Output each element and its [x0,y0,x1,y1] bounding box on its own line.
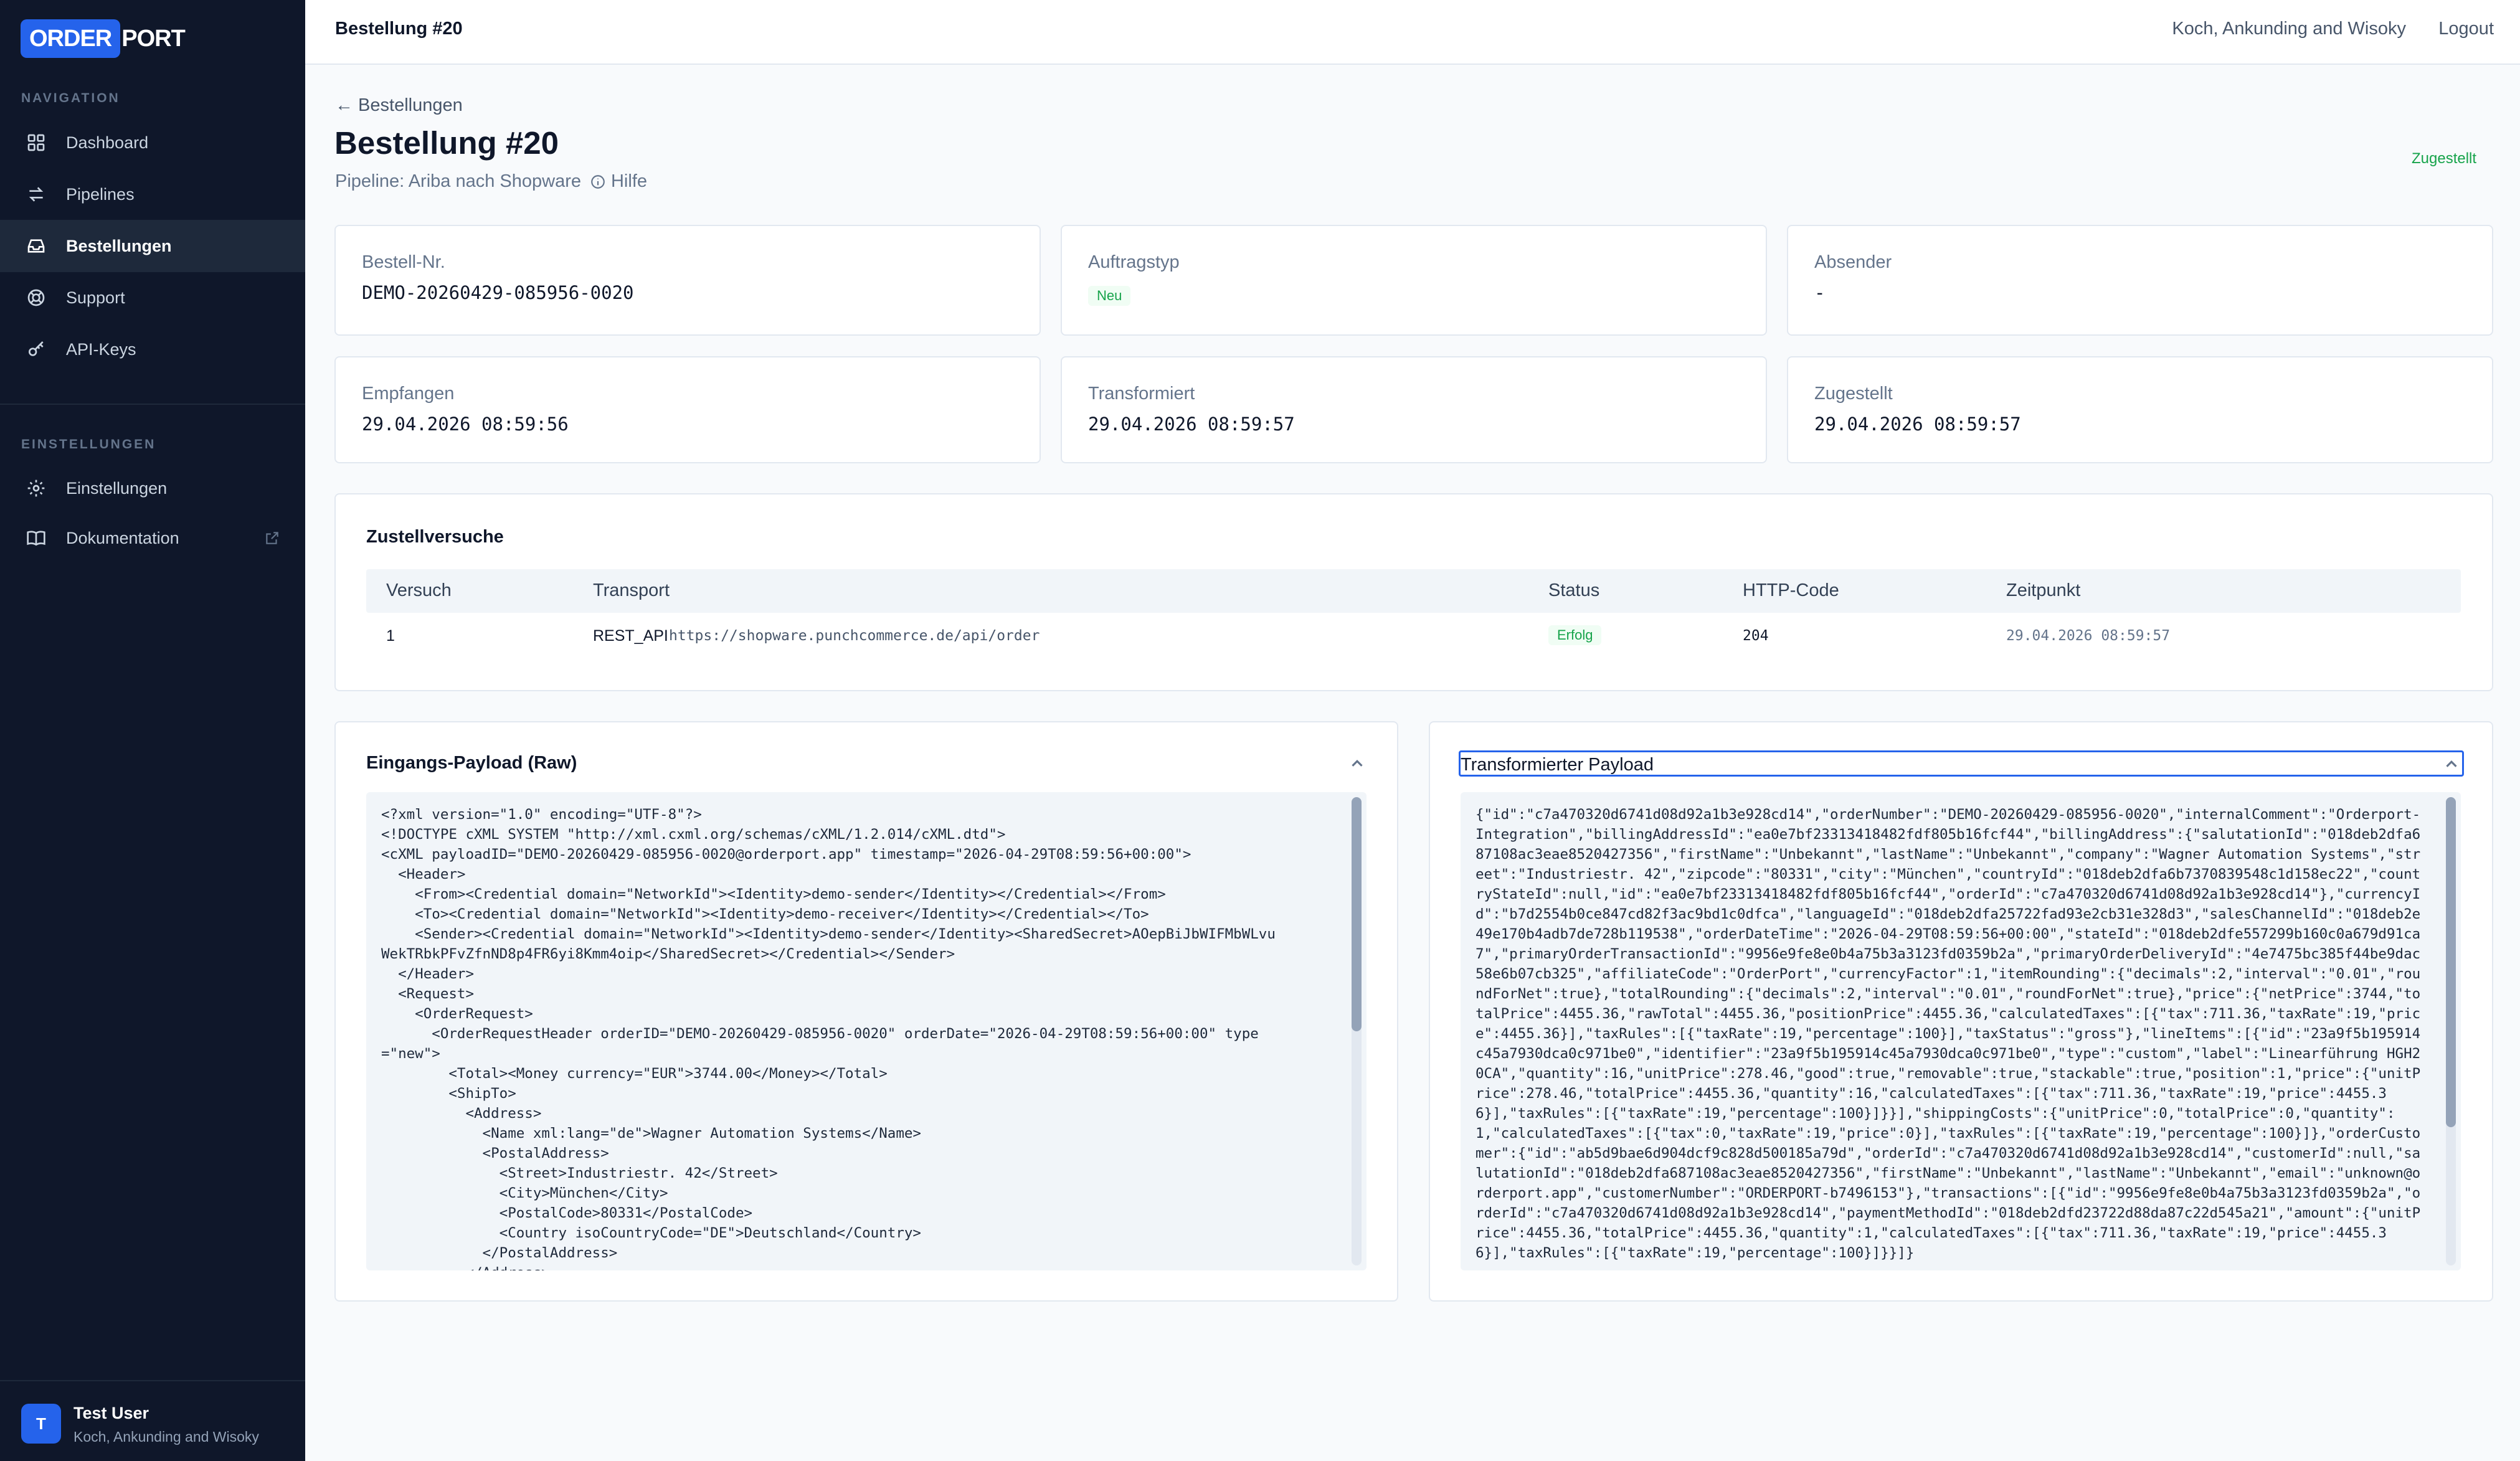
transport-url: https://shopware.punchcommerce.de/api/or… [669,628,1040,644]
raw-payload-content: <?xml version="1.0" encoding="UTF-8"?> <… [381,806,1276,1270]
sidebar-item-label: API-Keys [66,339,136,359]
avatar: T [21,1404,61,1444]
sidebar-item-label: Bestellungen [66,236,172,255]
card-value: 29.04.2026 08:59:57 [1088,414,1295,435]
logout-link[interactable]: Logout [2438,19,2494,39]
user-profile[interactable]: T Test User Koch, Ankunding and Wisoky [0,1380,305,1461]
user-name: Test User [73,1404,149,1422]
logo-port: PORT [121,25,186,52]
sidebar-item-label: Support [66,288,125,307]
column-header: Transport [593,580,670,600]
chevron-up-icon[interactable] [1348,754,1367,773]
sidebar-item-label: Einstellungen [66,478,168,498]
help-label: Hilfe [610,171,647,191]
help-link[interactable]: Hilfe [590,171,647,192]
sidebar-divider [0,404,305,405]
back-link[interactable]: ← Bestellungen [335,95,463,116]
orderport-logo[interactable]: ORDER PORT [21,19,186,58]
card-sender: Absender - [1787,225,2493,336]
attempt-number: 1 [386,627,395,645]
chevron-up-icon [2442,755,2461,773]
column-header: Zeitpunkt [2006,580,2081,600]
transformed-scrollbar-thumb[interactable] [2446,797,2456,1127]
card-delivered: Zugestellt 29.04.2026 08:59:57 [1787,356,2493,463]
logo-order: ORDER [21,19,121,58]
attempt-time: 29.04.2026 08:59:57 [2006,628,2171,644]
info-icon [591,174,605,189]
card-value: DEMO-20260429-085956-0020 [362,282,634,303]
arrows-icon [25,183,47,206]
type-badge: Neu [1088,286,1131,306]
nav-section-title: NAVIGATION [21,91,120,105]
transformed-payload-content: {"id":"c7a470320d6741d08d92a1b3e928cd14"… [1476,806,2421,1261]
card-label: Zugestellt [1814,384,1893,404]
card-label: Absender [1814,252,1892,272]
http-code: 204 [1743,628,1769,644]
pipeline-label: Pipeline: Ariba nach Shopware [335,171,581,191]
inbox-icon [25,235,47,257]
card-label: Transformiert [1088,384,1195,404]
top-bar: Bestellung #20 Koch, Ankunding and Wisok… [305,0,2520,65]
sidebar: ORDER PORT NAVIGATION Dashboard Pipeline… [0,0,305,1461]
sidebar-item-einstellungen[interactable]: Einstellungen [0,462,305,514]
transport-type: REST_API [593,627,668,645]
transformed-payload-code[interactable]: {"id":"c7a470320d6741d08d92a1b3e928cd14"… [1461,792,2461,1270]
key-icon [25,338,47,361]
sidebar-item-label: Dashboard [66,133,149,152]
gear-icon [25,477,47,499]
card-label: Bestell-Nr. [362,252,445,272]
column-header: Status [1548,580,1600,600]
sidebar-item-label: Dokumentation [66,528,179,547]
sidebar-item-pipelines[interactable]: Pipelines [0,168,305,220]
sidebar-item-label: Pipelines [66,184,135,204]
header-org: Koch, Ankunding and Wisoky [2172,19,2406,39]
raw-scrollbar-thumb[interactable] [1352,797,1362,1031]
external-link-icon [264,530,280,546]
card-value: 29.04.2026 08:59:57 [1814,414,2021,435]
book-icon [25,527,47,549]
pipeline-info: Pipeline: Ariba nach Shopware Hilfe [335,171,647,192]
sidebar-item-bestellungen[interactable]: Bestellungen [0,220,305,272]
column-header: Versuch [386,580,452,600]
transformed-payload-toggle[interactable]: Transformierter Payload [1459,750,2464,777]
grid-icon [25,131,47,154]
sidebar-item-dashboard[interactable]: Dashboard [0,116,305,169]
raw-scrollbar[interactable] [1352,797,1362,1265]
sidebar-item-dokumentation[interactable]: Dokumentation [0,512,305,564]
card-label: Empfangen [362,384,455,404]
attempts-table-header: Versuch Transport Status HTTP-Code Zeitp… [366,569,2461,613]
lifebuoy-icon [25,286,47,309]
attempt-status-badge: Erfolg [1548,625,1602,645]
column-header: HTTP-Code [1743,580,1839,600]
attempts-title: Zustellversuche [366,527,504,547]
sidebar-item-support[interactable]: Support [0,272,305,324]
card-value: 29.04.2026 08:59:56 [362,414,569,435]
settings-section-title: EINSTELLUNGEN [21,437,156,452]
transformed-payload-title: Transformierter Payload [1461,755,1654,775]
raw-payload-code[interactable]: <?xml version="1.0" encoding="UTF-8"?> <… [366,792,1367,1270]
card-transformed: Transformiert 29.04.2026 08:59:57 [1061,356,1767,463]
status-badge: Zugestellt [2412,150,2477,167]
card-value: - [1814,282,1826,303]
header-title: Bestellung #20 [335,19,463,39]
card-order-no: Bestell-Nr. DEMO-20260429-085956-0020 [334,225,1041,336]
sidebar-item-api-keys[interactable]: API-Keys [0,323,305,376]
card-received: Empfangen 29.04.2026 08:59:56 [334,356,1041,463]
transformed-scrollbar[interactable] [2446,797,2456,1265]
user-org: Koch, Ankunding and Wisoky [73,1429,259,1445]
raw-payload-title[interactable]: Eingangs-Payload (Raw) [366,753,577,773]
card-order-type: Auftragstyp Neu [1061,225,1767,336]
card-label: Auftragstyp [1088,252,1180,272]
page-title: Bestellung #20 [334,125,559,161]
